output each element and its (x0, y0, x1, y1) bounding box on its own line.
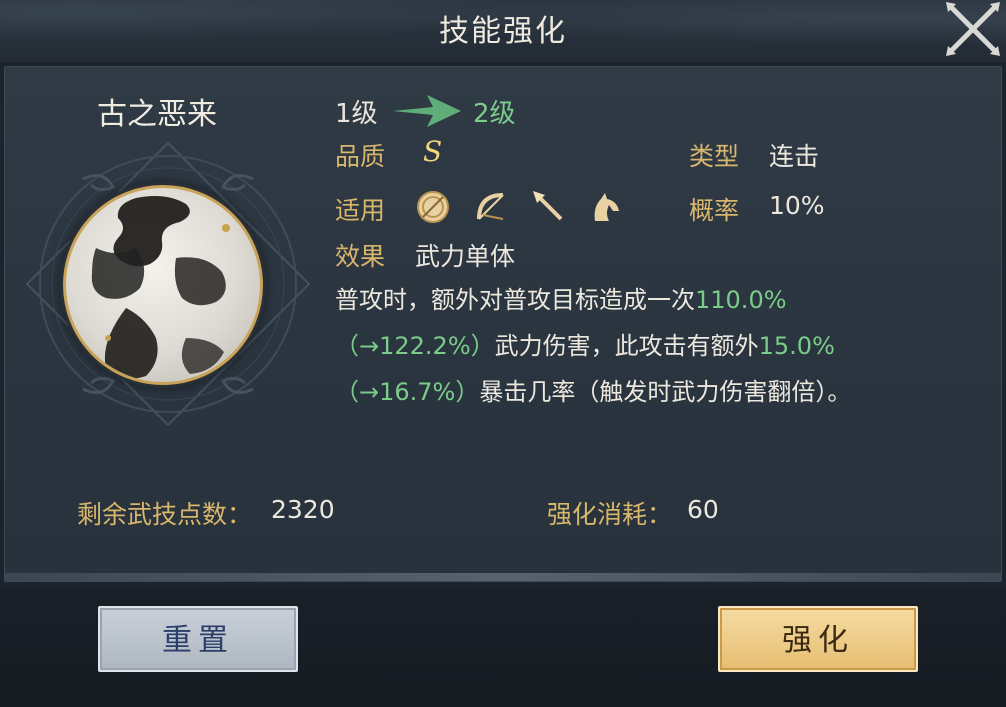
type-value: 连击 (769, 142, 820, 171)
skill-portrait (63, 185, 263, 385)
skill-description: 普攻时，额外对普攻目标造成一次110.0% （→122.2%）武力伤害，此攻击有… (335, 277, 965, 415)
chance-label: 概率 (689, 196, 740, 225)
level-to: 2级 (473, 99, 516, 129)
effect-value: 武力单体 (415, 242, 516, 271)
description-line-1: 普攻时，额外对普攻目标造成一次110.0% (335, 286, 787, 314)
page-title: 技能强化 (439, 14, 567, 49)
upgrade-cost-label: 强化消耗： (547, 500, 673, 529)
title-bar: 技能强化 (0, 0, 1006, 62)
quality-value: S (423, 135, 443, 168)
spear-icon (533, 191, 563, 221)
chance-value: 10% (769, 191, 825, 220)
skill-name: 古之恶来 (97, 97, 217, 132)
close-icon[interactable] (942, 0, 1004, 58)
type-label: 类型 (689, 142, 740, 171)
quality-label: 品质 (335, 142, 386, 171)
effect-label: 效果 (335, 242, 386, 271)
skill-panel: 古之恶来 1级 2级 品质 S 类型 连击 适用 概率 10% 效果 武力单体 … (4, 66, 1002, 582)
reset-button[interactable]: 重置 (98, 606, 298, 672)
arrow-right-icon (393, 95, 461, 127)
shield-icon (417, 191, 449, 223)
applicable-label: 适用 (335, 196, 386, 225)
description-line-3: （→16.7%）暴击几率（触发时武力伤害翻倍）。 (335, 378, 852, 406)
upgrade-cost-value: 60 (687, 495, 719, 524)
remaining-points-value: 2320 (271, 495, 335, 524)
level-from: 1级 (335, 99, 378, 129)
ink-figure-image (91, 196, 230, 379)
remaining-points-label: 剩余武技点数： (77, 500, 253, 529)
horse-icon (594, 193, 619, 221)
bow-icon (477, 193, 504, 220)
description-line-2: （→122.2%）武力伤害，此攻击有额外15.0% (335, 332, 835, 360)
upgrade-button[interactable]: 强化 (718, 606, 918, 672)
